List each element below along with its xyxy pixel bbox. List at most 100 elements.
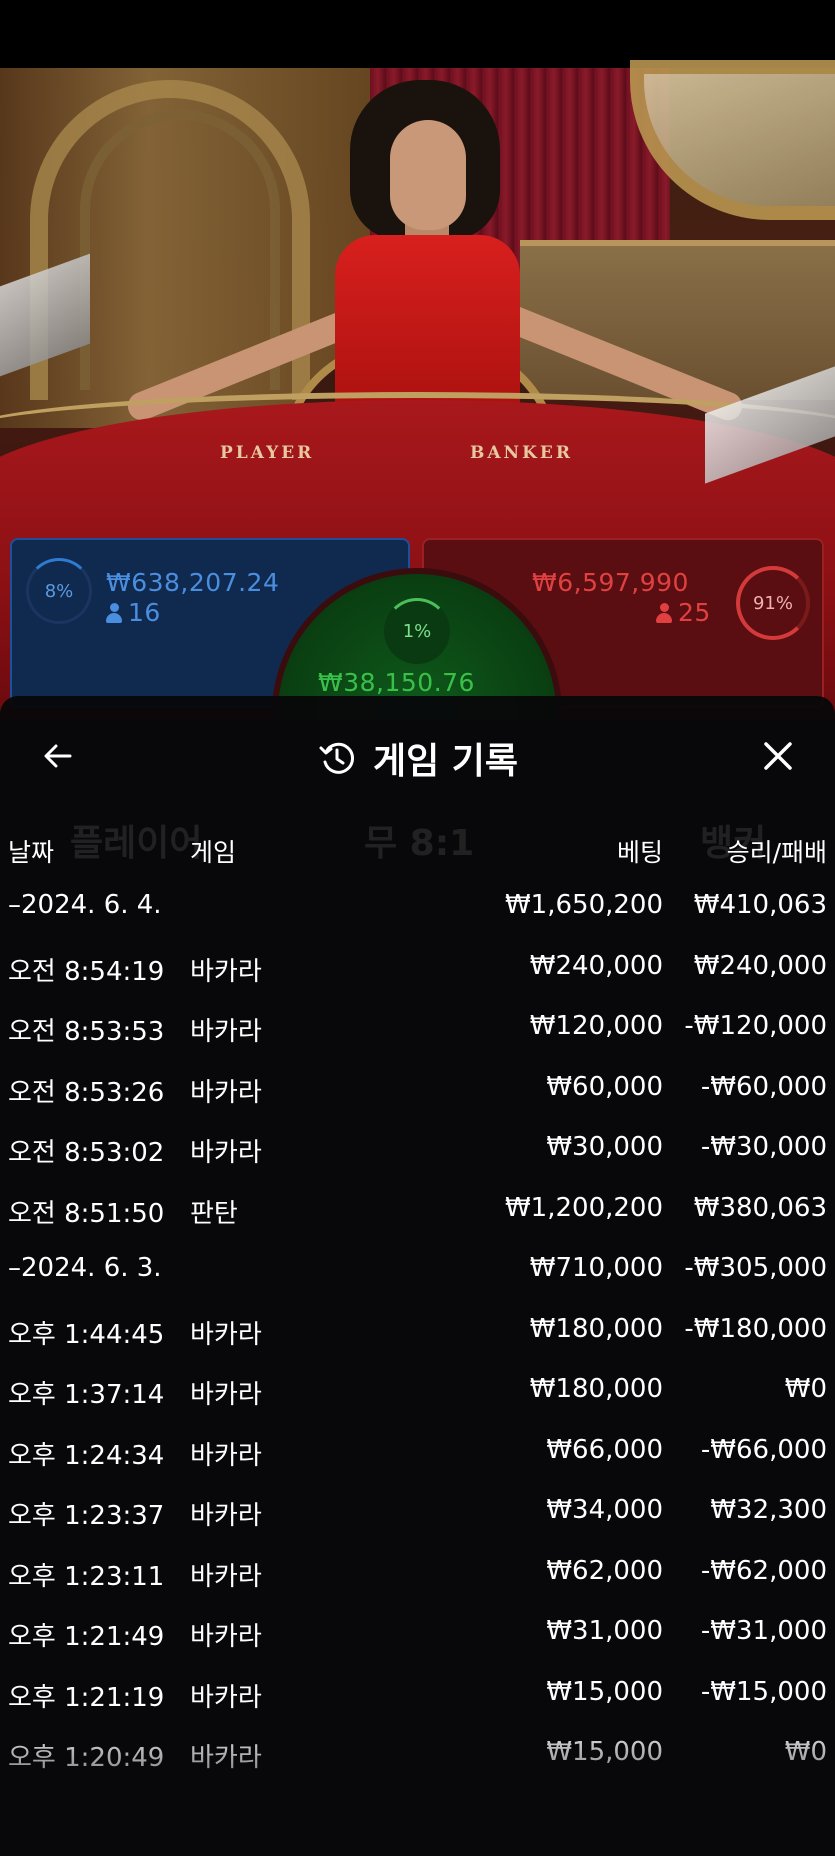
history-result: -₩30,000 xyxy=(700,1132,827,1162)
history-date: 오전 8:51:50 xyxy=(8,1198,165,1229)
history-bet: ₩1,200,200 xyxy=(504,1192,663,1223)
banker-count: 25 xyxy=(656,598,711,627)
column-header-bet: 베팅 xyxy=(616,838,663,867)
banker-total-amount: ₩6,597,990 xyxy=(532,568,689,597)
close-button[interactable] xyxy=(750,728,806,784)
column-header-result: 승리/패배 xyxy=(726,838,827,867)
history-result: -₩305,000 xyxy=(684,1253,827,1283)
history-game: 바카라 xyxy=(190,1017,262,1047)
table-label-player: PLAYER xyxy=(220,443,315,463)
history-game: 바카라 xyxy=(190,1622,262,1652)
tie-percent: 1% xyxy=(402,620,432,642)
history-result: ₩32,300 xyxy=(710,1495,827,1525)
history-bet: ₩710,000 xyxy=(529,1253,663,1283)
history-row[interactable]: 오전 8:51:50 판탄 ₩1,200,200 ₩380,063 xyxy=(0,1179,835,1240)
history-date: 오후 1:20:49 xyxy=(8,1743,165,1773)
banker-count-value: 25 xyxy=(678,598,711,627)
history-game: 바카라 xyxy=(190,1501,262,1531)
live-video-stream: PLAYER BANKER 8% ₩638,207.24 16 1% ₩38,1… xyxy=(0,0,835,720)
history-title: 게임 기록 xyxy=(372,741,518,782)
history-row[interactable]: 오후 1:21:19 바카라 ₩15,000 -₩15,000 xyxy=(0,1663,835,1724)
player-percent: 8% xyxy=(44,580,74,602)
history-result: -₩62,000 xyxy=(700,1555,827,1586)
history-bet: ₩180,000 xyxy=(529,1374,663,1404)
history-bet: ₩240,000 xyxy=(529,950,663,981)
history-bet: ₩15,000 xyxy=(546,1737,663,1767)
history-date: –2024. 6. 3. xyxy=(8,1253,162,1283)
history-bet: ₩60,000 xyxy=(546,1071,663,1102)
history-row[interactable]: 오전 8:53:53 바카라 ₩120,000 -₩120,000 xyxy=(0,997,835,1058)
history-title-group: 게임 기록 xyxy=(0,732,835,784)
history-row[interactable]: 오후 1:23:11 바카라 ₩62,000 -₩62,000 xyxy=(0,1542,835,1603)
history-date: 오후 1:21:49 xyxy=(8,1622,165,1652)
history-clock-icon xyxy=(319,742,354,774)
history-row[interactable]: 오후 1:21:49 바카라 ₩31,000 -₩31,000 xyxy=(0,1602,835,1663)
history-row[interactable]: 오전 8:53:26 바카라 ₩60,000 -₩60,000 xyxy=(0,1058,835,1119)
history-game: 바카라 xyxy=(190,1319,262,1350)
history-list[interactable]: –2024. 6. 4. ₩1,650,200 ₩410,063 오전 8:54:19… xyxy=(0,876,835,1784)
history-row[interactable]: 오후 1:24:34 바카라 ₩66,000 -₩66,000 xyxy=(0,1421,835,1482)
history-date: –2024. 6. 4. xyxy=(8,890,162,920)
person-icon xyxy=(106,603,122,623)
betting-spots: 8% ₩638,207.24 16 1% ₩38,150.76 ₩6,597,9… xyxy=(0,528,835,720)
history-row[interactable]: 오전 8:53:02 바카라 ₩30,000 -₩30,000 xyxy=(0,1118,835,1179)
history-game: 바카라 xyxy=(190,956,262,987)
player-percent-ring: 8% xyxy=(26,558,92,624)
history-date: 오후 1:21:19 xyxy=(8,1682,165,1713)
history-row[interactable]: 오전 8:54:19 바카라 ₩240,000 ₩240,000 xyxy=(0,937,835,998)
history-bet: ₩30,000 xyxy=(546,1132,663,1162)
history-result: -₩180,000 xyxy=(684,1313,827,1344)
history-date: 오후 1:44:45 xyxy=(8,1319,165,1350)
player-count: 16 xyxy=(106,598,161,627)
history-day-summary-row[interactable]: –2024. 6. 4. ₩1,650,200 ₩410,063 xyxy=(0,876,835,937)
history-game: 바카라 xyxy=(190,1440,262,1471)
history-bet: ₩180,000 xyxy=(529,1313,663,1344)
history-header: 게임 기록 xyxy=(0,696,835,826)
history-row[interactable]: 오후 1:37:14 바카라 ₩180,000 ₩0 xyxy=(0,1360,835,1421)
history-result: ₩410,063 xyxy=(693,890,827,920)
player-total-amount: ₩638,207.24 xyxy=(106,568,280,597)
history-game: 바카라 xyxy=(190,1138,262,1168)
history-date: 오전 8:53:26 xyxy=(8,1077,165,1108)
history-game: 바카라 xyxy=(190,1682,262,1713)
history-date: 오전 8:53:02 xyxy=(8,1138,165,1168)
player-count-value: 16 xyxy=(128,598,161,627)
banker-percent: 91% xyxy=(752,592,793,614)
history-row[interactable]: 오후 1:23:37 바카라 ₩34,000 ₩32,300 xyxy=(0,1481,835,1542)
table-label-banker: BANKER xyxy=(470,443,573,463)
history-date: 오후 1:37:14 xyxy=(8,1380,165,1410)
history-result: ₩380,063 xyxy=(693,1192,827,1223)
history-row[interactable]: 오후 1:20:49 바카라 ₩15,000 ₩0 xyxy=(0,1723,835,1784)
history-result: -₩66,000 xyxy=(700,1434,827,1465)
history-result: -₩120,000 xyxy=(684,1011,827,1041)
person-icon xyxy=(656,603,672,623)
history-bet: ₩1,650,200 xyxy=(504,890,663,920)
history-day-summary-row[interactable]: –2024. 6. 3. ₩710,000 -₩305,000 xyxy=(0,1239,835,1300)
history-bet: ₩34,000 xyxy=(546,1495,663,1525)
history-result: ₩0 xyxy=(784,1374,827,1404)
column-header-date: 날짜 xyxy=(8,838,55,867)
history-bet: ₩15,000 xyxy=(546,1676,663,1707)
history-game: 바카라 xyxy=(190,1561,262,1592)
history-result: -₩31,000 xyxy=(700,1616,827,1646)
history-game: 바카라 xyxy=(190,1077,262,1108)
dealer-face xyxy=(390,120,466,230)
banker-percent-ring: 91% xyxy=(736,566,810,640)
history-game: 바카라 xyxy=(190,1380,262,1410)
tie-total-amount: ₩38,150.76 xyxy=(318,668,475,697)
tie-percent-ring: 1% xyxy=(384,598,450,664)
history-game: 바카라 xyxy=(190,1743,262,1773)
history-date: 오후 1:23:11 xyxy=(8,1561,165,1592)
close-icon xyxy=(764,742,792,770)
history-result: ₩0 xyxy=(784,1737,827,1767)
history-date: 오전 8:54:19 xyxy=(8,956,165,987)
history-result: -₩15,000 xyxy=(700,1676,827,1707)
history-result: ₩240,000 xyxy=(693,950,827,981)
history-date: 오후 1:24:34 xyxy=(8,1440,165,1471)
column-header-game: 게임 xyxy=(190,838,237,867)
history-bet: ₩120,000 xyxy=(529,1011,663,1041)
history-bet: ₩66,000 xyxy=(546,1434,663,1465)
history-bet: ₩31,000 xyxy=(546,1616,663,1646)
history-row[interactable]: 오후 1:44:45 바카라 ₩180,000 -₩180,000 xyxy=(0,1300,835,1361)
history-date: 오후 1:23:37 xyxy=(8,1501,165,1531)
